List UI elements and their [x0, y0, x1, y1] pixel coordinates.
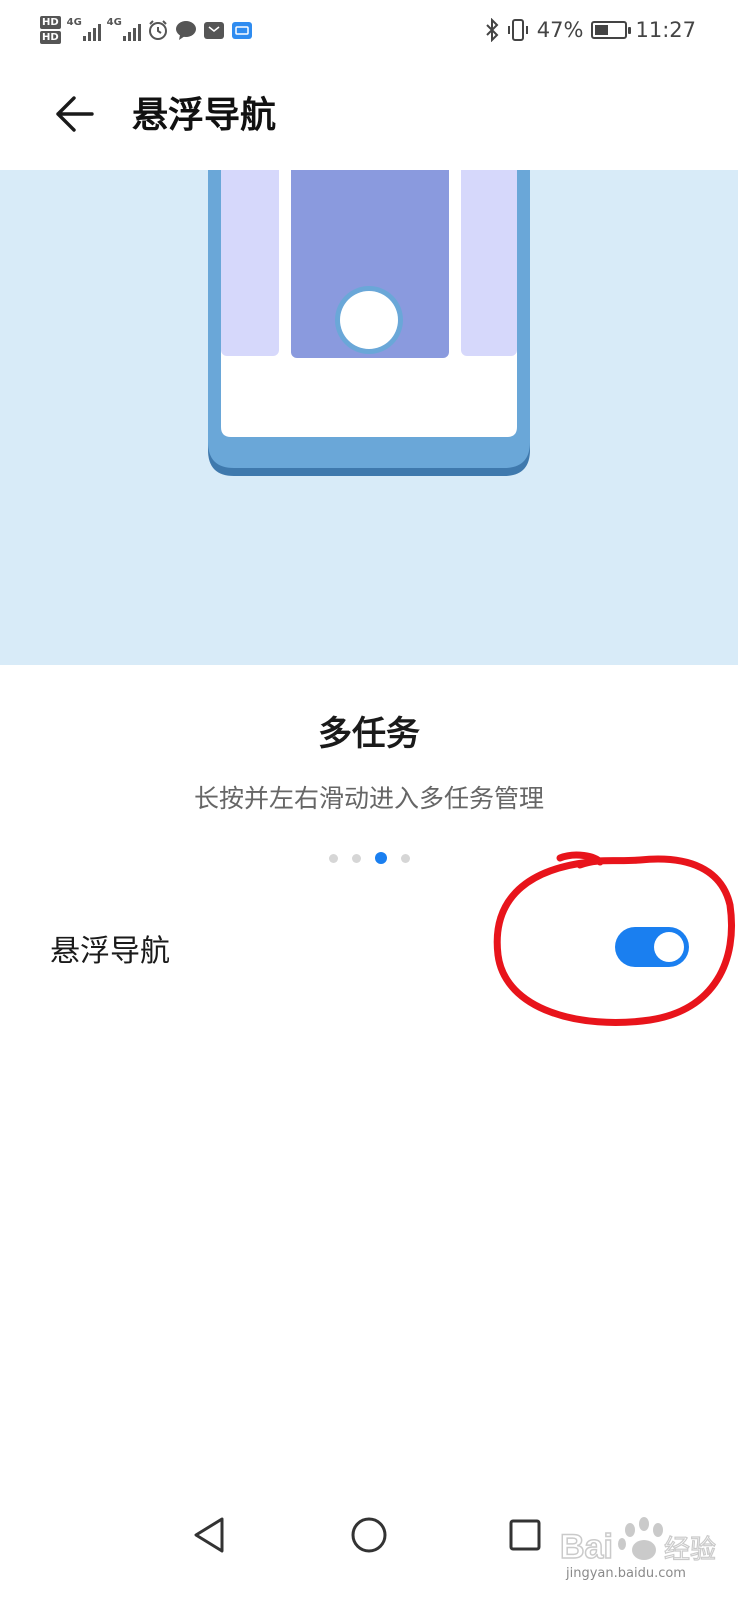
page-dot-2[interactable] — [351, 853, 361, 863]
network2-label: 4G — [106, 17, 122, 28]
status-left-icons: HD HD 4G 4G — [40, 10, 253, 50]
cast-icon — [231, 22, 252, 39]
nav-recents-button[interactable] — [490, 1500, 560, 1570]
nav-back-button[interactable] — [175, 1500, 245, 1570]
right-app-card — [461, 170, 517, 356]
setting-label: 悬浮导航 — [50, 934, 170, 969]
floating-dock-icon — [340, 291, 398, 349]
sim2-hd-label: HD — [40, 31, 61, 44]
page-title: 悬浮导航 — [132, 95, 277, 136]
signal-icon-2: 4G — [107, 17, 141, 43]
phone-illustration — [208, 170, 530, 476]
page-dot-4[interactable] — [400, 853, 410, 863]
svg-text:Bai: Bai — [560, 1528, 613, 1566]
toggle-knob — [654, 932, 684, 962]
network1-label: 4G — [66, 17, 82, 28]
recents-square-icon — [509, 1519, 541, 1551]
nav-home-button[interactable] — [334, 1500, 404, 1570]
vibrate-icon — [507, 19, 528, 41]
bluetooth-icon — [486, 18, 499, 42]
hd-icon: HD HD — [40, 16, 61, 44]
watermark-url: jingyan.baidu.com — [566, 1566, 686, 1581]
floating-nav-toggle[interactable] — [615, 927, 689, 967]
status-right-icons: 47% 11:27 — [485, 14, 696, 46]
alarm-icon — [148, 20, 167, 40]
clock: 11:27 — [635, 18, 696, 42]
battery-icon — [591, 21, 632, 39]
status-bar: HD HD 4G 4G 47% 11:27 — [0, 0, 738, 60]
page-dot-1[interactable] — [328, 853, 338, 863]
huawei-icon — [203, 22, 224, 39]
message-icon — [175, 21, 196, 40]
battery-percent: 47% — [536, 18, 584, 42]
home-circle-icon — [351, 1517, 387, 1553]
sim1-hd-label: HD — [40, 16, 61, 29]
feature-description: 长按并左右滑动进入多任务管理 — [193, 784, 544, 813]
svg-text:经验: 经验 — [664, 1535, 716, 1565]
arrow-left-icon — [56, 96, 94, 132]
app-header: 悬浮导航 — [0, 60, 738, 170]
back-button[interactable] — [44, 86, 104, 142]
page-indicator — [0, 852, 738, 864]
signal-icon: 4G — [67, 17, 101, 43]
feature-illustration — [0, 170, 738, 665]
back-triangle-icon — [194, 1517, 224, 1553]
feature-title: 多任务 — [318, 714, 420, 754]
left-app-card — [221, 170, 279, 356]
page-dot-3-active[interactable] — [374, 852, 387, 864]
